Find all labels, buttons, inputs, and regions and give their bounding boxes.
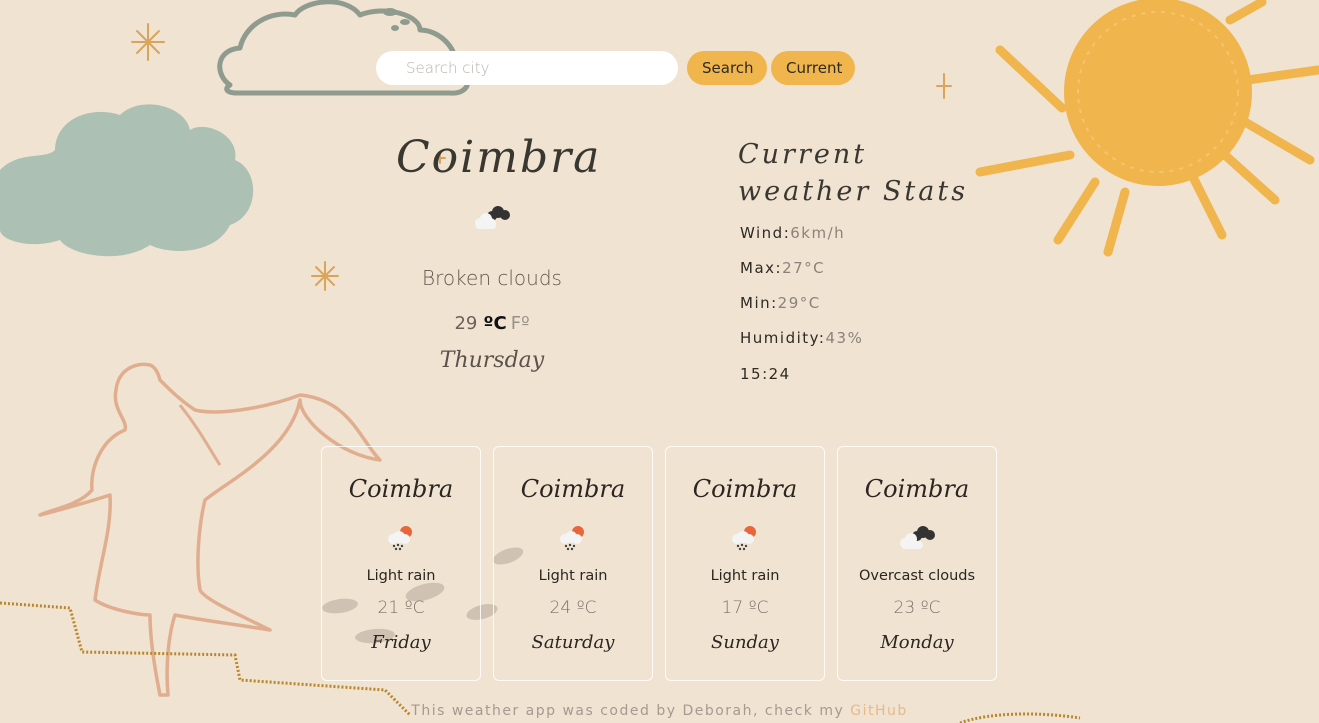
forecast-day: Monday <box>880 632 954 653</box>
forecast-temperature: 23 ºC <box>893 598 941 618</box>
forecast-city: Coimbra <box>864 475 970 503</box>
min-stat: Min:29°C <box>740 294 821 312</box>
temperature-value: 29 <box>454 313 478 334</box>
min-label: Min: <box>740 294 778 312</box>
wind-label: Wind: <box>740 224 791 242</box>
forecast-temperature: 17 ºC <box>721 598 769 618</box>
forecast-temperature: 24 ºC <box>549 598 597 618</box>
light-rain-icon <box>388 526 412 551</box>
broken-clouds-icon <box>475 206 510 229</box>
current-time: 15:24 <box>740 365 791 383</box>
sun-illustration <box>0 0 1319 723</box>
footer: This weather app was coded by Deborah, c… <box>0 703 1319 719</box>
forecast-description: Overcast clouds <box>858 568 976 584</box>
light-rain-icon <box>732 526 756 551</box>
max-label: Max: <box>740 259 783 277</box>
celsius-link[interactable]: ºC <box>483 313 506 334</box>
wind-stat: Wind:6km/h <box>740 224 845 242</box>
fahrenheit-link[interactable]: Fº <box>511 313 530 334</box>
forecast-day: Saturday <box>531 632 615 653</box>
search-input[interactable] <box>376 51 678 85</box>
stats-title: Current weather Stats <box>738 139 969 207</box>
light-rain-icon <box>560 526 584 551</box>
temperature-row: 29 ºC Fº <box>392 313 592 334</box>
current-location-button[interactable]: Current <box>771 51 855 85</box>
max-value: 27°C <box>782 259 826 277</box>
humidity-stat: Humidity:43% <box>740 329 863 347</box>
forecast-temperature: 21 ºC <box>377 598 425 618</box>
forecast-card: Coimbra Light rain 17 ºC Sunday <box>665 446 825 681</box>
forecast-city: Coimbra <box>692 475 798 503</box>
wind-value: 6km/h <box>790 224 846 242</box>
current-day: Thursday <box>439 348 545 373</box>
forecast-description: Light rain <box>366 568 436 584</box>
github-link[interactable]: GitHub <box>850 703 908 719</box>
forecast-city: Coimbra <box>348 475 454 503</box>
forecast-day: Sunday <box>711 632 779 653</box>
forecast-city: Coimbra <box>520 475 626 503</box>
search-form: Search Current <box>376 51 855 85</box>
humidity-label: Humidity: <box>740 329 826 347</box>
city-name: Coimbra <box>396 132 602 183</box>
forecast-description: Light rain <box>710 568 780 584</box>
forecast-day: Friday <box>371 632 431 653</box>
forecast-card: Coimbra Light rain 21 ºC Friday <box>321 446 481 681</box>
overcast-clouds-icon <box>900 526 935 549</box>
forecast-card: Coimbra Overcast clouds 23 ºC Monday <box>837 446 997 681</box>
min-value: 29°C <box>777 294 821 312</box>
footer-text: This weather app was coded by Deborah, c… <box>411 703 851 719</box>
forecast-card: Coimbra Light rain 24 ºC Saturday <box>493 446 653 681</box>
forecast-description: Light rain <box>538 568 608 584</box>
max-stat: Max:27°C <box>740 259 825 277</box>
search-button[interactable]: Search <box>687 51 767 85</box>
humidity-value: 43% <box>825 329 864 347</box>
weather-description: Broken clouds <box>422 266 562 290</box>
